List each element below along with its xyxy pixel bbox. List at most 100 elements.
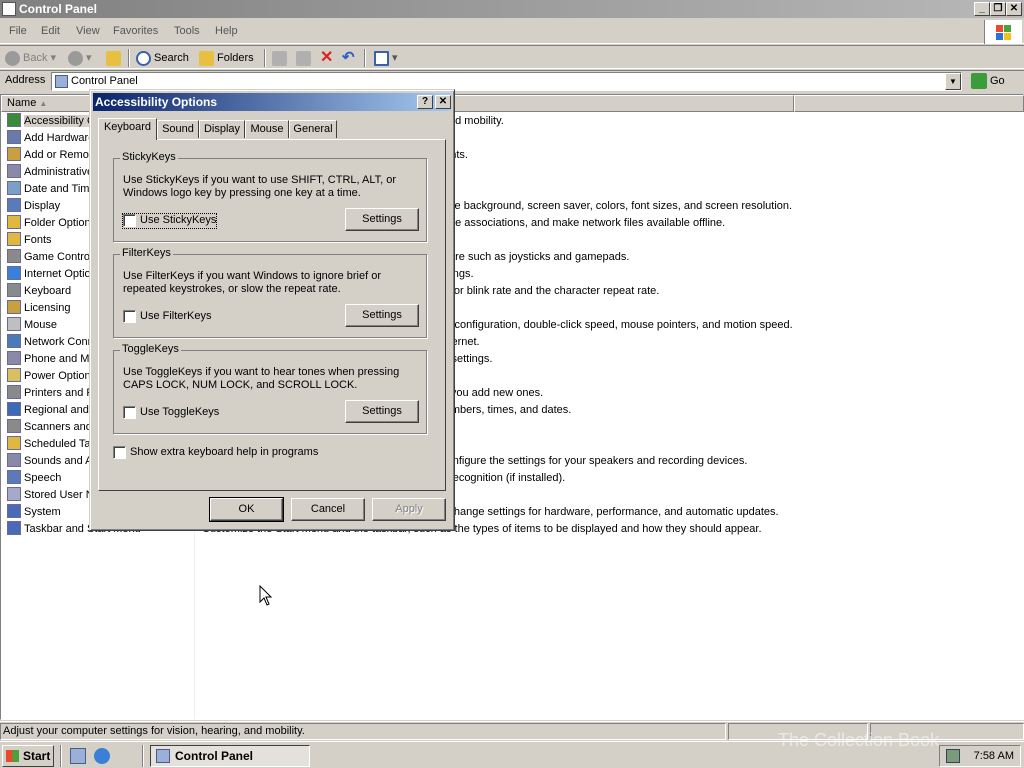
applet-icon	[7, 453, 21, 467]
checkbox-box	[123, 406, 136, 419]
taskbar-control-panel-button[interactable]: Control Panel	[150, 745, 310, 767]
use-stickykeys-label: Use StickyKeys	[140, 214, 217, 226]
address-label: Address	[5, 74, 46, 86]
tab-display[interactable]: Display	[199, 120, 245, 138]
help-button[interactable]: ?	[417, 95, 433, 109]
sort-ascending-icon: ▲	[39, 99, 48, 108]
applet-icon	[7, 300, 21, 314]
menu-help[interactable]: Help	[215, 25, 238, 37]
stickykeys-group: StickyKeys Use StickyKeys if you want to…	[113, 151, 427, 242]
window-titlebar[interactable]: Control Panel _ ❐ ✕	[0, 0, 1024, 18]
extra-keyboard-help-checkbox[interactable]: Show extra keyboard help in programs	[113, 446, 318, 460]
tab-sound[interactable]: Sound	[157, 120, 199, 138]
internet-explorer-icon[interactable]	[94, 748, 110, 764]
togglekeys-description: Use ToggleKeys if you want to hear tones…	[123, 366, 400, 391]
control-panel-icon	[2, 2, 16, 16]
up-folder-button[interactable]	[106, 49, 124, 67]
column-header-blank[interactable]	[794, 95, 1024, 112]
dialog-close-button[interactable]: ✕	[435, 95, 451, 109]
applet-icon	[7, 402, 21, 416]
applet-icon	[7, 470, 21, 484]
use-togglekeys-label: Use ToggleKeys	[140, 406, 220, 418]
togglekeys-settings-button[interactable]: Settings	[345, 400, 419, 423]
restore-button[interactable]: ❐	[990, 2, 1006, 16]
applet-icon	[7, 504, 21, 518]
apply-button[interactable]: Apply	[372, 498, 446, 521]
menu-edit[interactable]: Edit	[41, 25, 60, 37]
list-item-name: Speech	[24, 472, 62, 484]
applet-icon	[7, 113, 21, 127]
show-desktop-icon[interactable]	[70, 748, 86, 764]
search-button[interactable]: Search	[136, 49, 189, 67]
address-dropdown-icon[interactable]: ▼	[945, 73, 961, 90]
applet-icon	[7, 198, 21, 212]
cancel-button[interactable]: Cancel	[291, 498, 365, 521]
applet-icon	[7, 232, 21, 246]
applet-icon	[7, 130, 21, 144]
ok-button[interactable]: OK	[209, 497, 284, 522]
back-button[interactable]: Back ▾	[5, 49, 56, 67]
up-folder-icon	[106, 50, 121, 66]
minimize-button[interactable]: _	[974, 2, 990, 16]
menu-tools[interactable]: Tools	[174, 25, 200, 37]
control-panel-icon	[55, 75, 68, 88]
stickykeys-title: StickyKeys	[120, 151, 178, 163]
tab-general[interactable]: General	[289, 120, 337, 138]
applet-icon	[7, 419, 21, 433]
menu-favorites[interactable]: Favorites	[113, 25, 158, 37]
use-togglekeys-checkbox[interactable]: Use ToggleKeys	[123, 406, 219, 420]
menu-file[interactable]: File	[9, 25, 27, 37]
copy-to-icon	[296, 50, 311, 66]
copy-to-button[interactable]	[296, 49, 314, 67]
dialog-titlebar[interactable]: Accessibility Options ? ✕	[93, 93, 451, 111]
network-icon[interactable]	[946, 749, 960, 763]
tab-mouse[interactable]: Mouse	[245, 120, 289, 138]
forward-button[interactable]: ▾	[68, 49, 92, 67]
start-label: Start	[23, 749, 51, 763]
folders-button[interactable]: Folders	[199, 49, 254, 67]
toolbar: Back ▾ ▾ Search Folders ✕ ↶ ▾	[0, 45, 1024, 69]
list-item-name: Date and Time	[24, 183, 96, 195]
filterkeys-description: Use FilterKeys if you want Windows to ig…	[123, 270, 381, 295]
stickykeys-settings-button[interactable]: Settings	[345, 208, 419, 231]
views-button[interactable]: ▾	[374, 49, 398, 67]
use-filterkeys-label: Use FilterKeys	[140, 310, 212, 322]
system-tray: 7:58 AM	[939, 745, 1021, 767]
move-to-button[interactable]	[272, 49, 290, 67]
go-button[interactable]: Go	[968, 71, 1018, 91]
delete-icon[interactable]: ✕	[320, 49, 333, 67]
list-item-name: Power Options	[24, 370, 97, 382]
accessibility-options-dialog: Accessibility Options ? ✕ Keyboard Sound…	[89, 89, 455, 531]
use-filterkeys-checkbox[interactable]: Use FilterKeys	[123, 310, 212, 324]
applet-icon	[7, 164, 21, 178]
applet-icon	[7, 385, 21, 399]
close-button[interactable]: ✕	[1006, 2, 1022, 16]
back-label: Back	[23, 52, 48, 64]
search-label: Search	[154, 52, 189, 64]
windows-flag-icon	[984, 20, 1022, 44]
undo-icon[interactable]: ↶	[342, 49, 355, 67]
go-arrow-icon	[971, 73, 987, 89]
checkbox-box	[113, 446, 126, 459]
search-icon	[136, 50, 151, 66]
tab-keyboard[interactable]: Keyboard	[98, 118, 157, 140]
clock[interactable]: 7:58 AM	[974, 750, 1014, 762]
use-stickykeys-checkbox[interactable]: Use StickyKeys	[121, 213, 218, 229]
list-item-name: System	[24, 506, 61, 518]
start-button[interactable]: Start	[2, 745, 54, 767]
menu-view[interactable]: View	[76, 25, 100, 37]
address-value: Control Panel	[71, 75, 138, 87]
move-to-icon	[272, 50, 287, 66]
filterkeys-settings-button[interactable]: Settings	[345, 304, 419, 327]
list-item-name: Keyboard	[24, 285, 72, 297]
applet-icon	[7, 368, 21, 382]
back-arrow-icon	[5, 50, 20, 66]
applet-icon	[7, 181, 21, 195]
list-item-name: Display	[24, 200, 61, 212]
column-header-label: Name	[7, 97, 37, 109]
control-panel-icon	[156, 749, 170, 763]
togglekeys-group: ToggleKeys Use ToggleKeys if you want to…	[113, 343, 427, 434]
checkbox-box	[123, 310, 136, 323]
taskbar-task-label: Control Panel	[175, 749, 254, 763]
stickykeys-description: Use StickyKeys if you want to use SHIFT,…	[123, 174, 397, 199]
